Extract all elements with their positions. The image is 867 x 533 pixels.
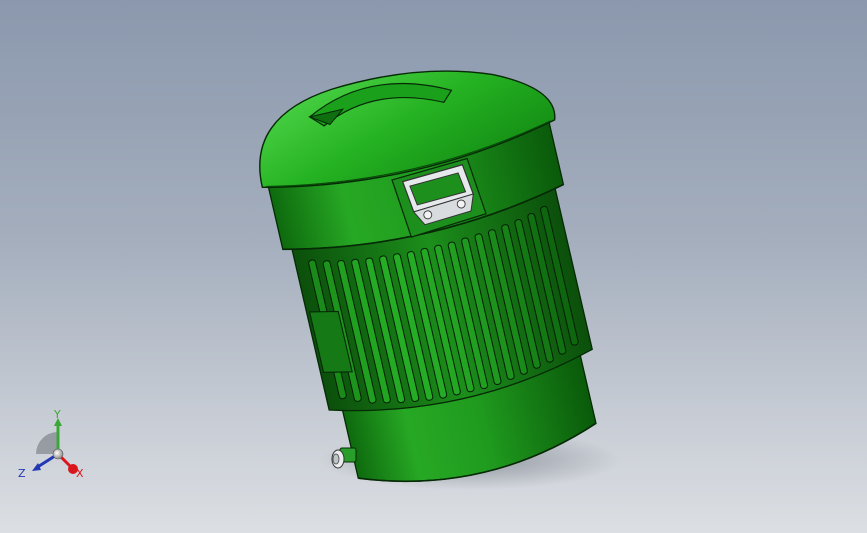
triad-y-label: Y [53,410,61,421]
graphics-viewport[interactable]: Y Z X [0,0,867,533]
cooler-model[interactable] [0,0,867,533]
triad-x-label: X [76,467,84,480]
coordinate-triad: Y Z X [18,410,84,480]
cooler-body-group [259,70,597,483]
triad-origin-icon [52,448,64,460]
triad-z-label: Z [18,467,26,480]
